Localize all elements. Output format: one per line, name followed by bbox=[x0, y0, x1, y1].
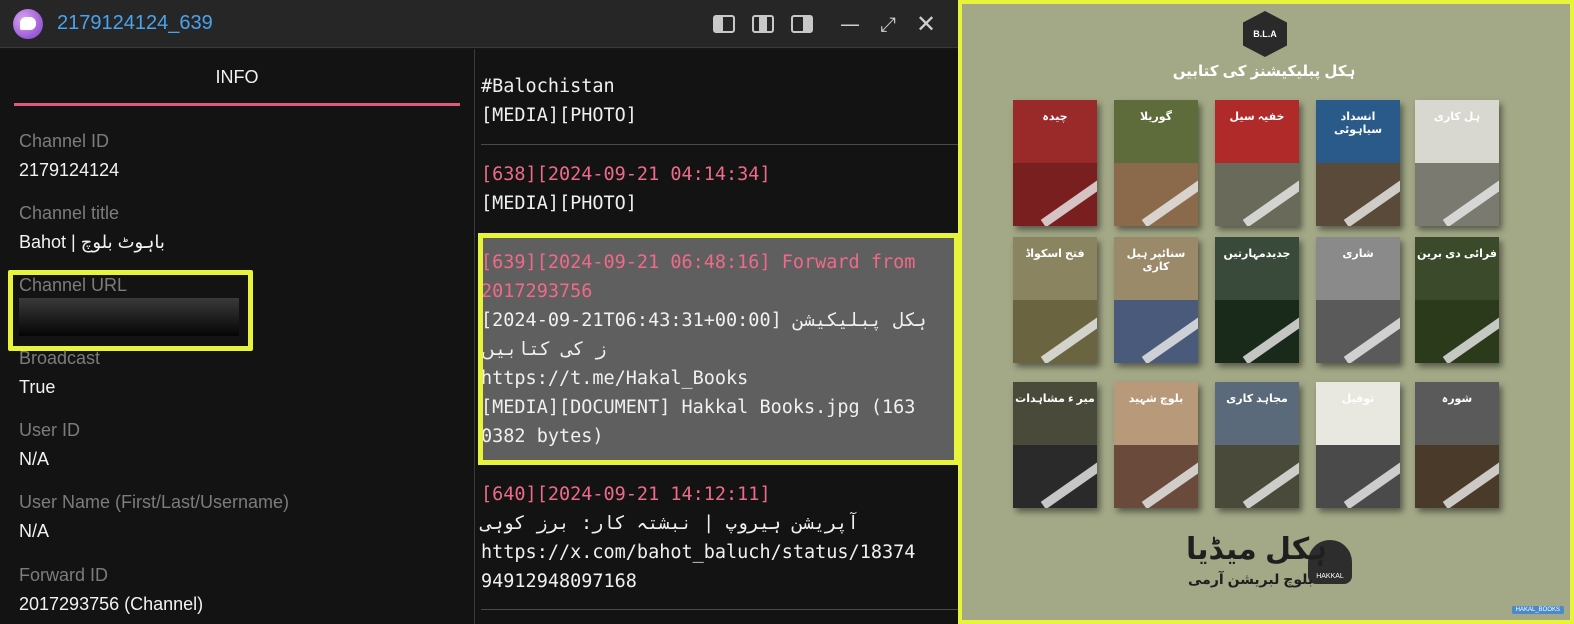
book-cover: ہل کاری bbox=[1415, 100, 1499, 226]
tab-info[interactable]: INFO bbox=[14, 49, 460, 106]
poster-footer-title: ہکل میڈیا bbox=[1186, 533, 1327, 566]
book-cover: شورہ bbox=[1415, 382, 1499, 508]
message-638-media: [MEDIA][PHOTO] bbox=[481, 193, 637, 214]
channel-title-label: Channel title bbox=[19, 203, 120, 223]
book-cover: فتح اسکواڈ bbox=[1013, 237, 1097, 363]
book-cover: انسداد سیاہوئی bbox=[1316, 100, 1400, 226]
book-cover: مجاہد کاری bbox=[1215, 382, 1299, 508]
book-title: فتح اسکواڈ bbox=[1025, 248, 1085, 260]
channel-id-value: 2179124124 bbox=[19, 160, 120, 180]
broadcast-label: Broadcast bbox=[19, 348, 101, 368]
book-title: شورہ bbox=[1441, 393, 1473, 405]
layout-center-icon[interactable] bbox=[752, 15, 774, 33]
book-title: ہل کاری bbox=[1433, 111, 1481, 123]
forward-id-label: Forward ID bbox=[19, 565, 109, 585]
message-640-link-cont[interactable]: 94912948097168 bbox=[481, 567, 637, 596]
book-cover: گوریلا bbox=[1114, 100, 1198, 226]
channel-id-label: Channel ID bbox=[19, 131, 110, 151]
book-title: بلوچ شہید bbox=[1128, 393, 1184, 405]
poster-header: ہکل پبلیکیشنز کی کتابیں bbox=[1172, 63, 1356, 80]
layout-left-icon[interactable] bbox=[713, 15, 735, 33]
app-logo-icon bbox=[13, 9, 43, 39]
title-bar: 2179124124_639 — ⤢ ✕ bbox=[0, 0, 958, 48]
user-id-value: N/A bbox=[19, 449, 50, 469]
highlight-box-channel-url bbox=[8, 270, 253, 351]
message-637-media: [MEDIA][PHOTO] bbox=[481, 105, 637, 126]
book-cover: فرائی دی برین bbox=[1415, 237, 1499, 363]
book-title: خفیہ سیل bbox=[1229, 111, 1285, 123]
message-separator bbox=[481, 144, 958, 145]
info-panel: INFO Channel ID 2179124124 Channel title… bbox=[0, 49, 474, 624]
book-cover: توفیل bbox=[1316, 382, 1400, 508]
book-title: فرائی دی برین bbox=[1417, 248, 1497, 260]
telegram-watermark: HAKAL_BOOKS bbox=[1511, 606, 1564, 614]
forward-id-value: 2017293756 (Channel) bbox=[19, 594, 204, 614]
book-title: سنائپر ہیل کاری bbox=[1126, 248, 1186, 273]
message-637-text: #Balochistan bbox=[481, 76, 615, 97]
book-cover: چیدہ bbox=[1013, 100, 1097, 226]
layout-right-icon[interactable] bbox=[791, 15, 813, 33]
poster-footer-subtitle: بلوچ لبریشن آرمی bbox=[1188, 571, 1314, 587]
book-title: چیدہ bbox=[1042, 111, 1068, 123]
book-cover: سنائپر ہیل کاری bbox=[1114, 237, 1198, 363]
user-name-label: User Name (First/Last/Username) bbox=[19, 492, 290, 512]
broadcast-value: True bbox=[19, 377, 56, 397]
book-title: گوریلا bbox=[1139, 111, 1173, 123]
maximize-icon[interactable]: ⤢ bbox=[876, 12, 900, 36]
book-cover: شاری bbox=[1316, 237, 1400, 363]
message-separator bbox=[481, 609, 958, 610]
message-640-link[interactable]: https://x.com/bahot_baluch/status/18374 bbox=[481, 538, 915, 567]
book-title: جدیدمہارتیں bbox=[1223, 248, 1291, 260]
media-preview-image: B.L.A ہکل پبلیکیشنز کی کتابیں چیدہ گوریلا… bbox=[958, 0, 1574, 624]
book-cover: میر ء مشاہدات bbox=[1013, 382, 1097, 508]
book-cover: جدیدمہارتیں bbox=[1215, 237, 1299, 363]
close-icon[interactable]: ✕ bbox=[914, 12, 938, 36]
book-title: توفیل bbox=[1341, 393, 1375, 405]
message-640-header: [640][2024-09-21 14:12:11] bbox=[481, 484, 771, 505]
message-638-header: [638][2024-09-21 04:14:34] bbox=[481, 164, 771, 185]
emblem-label: B.L.A bbox=[1253, 29, 1277, 39]
user-id-label: User ID bbox=[19, 420, 81, 440]
minimize-icon[interactable]: — bbox=[838, 12, 862, 36]
user-name-value: N/A bbox=[19, 521, 50, 541]
window-title: 2179124124_639 bbox=[57, 12, 213, 34]
book-title: شاری bbox=[1342, 248, 1374, 260]
message-640-text: آپریشن ہیروپ | نبشتہ کار: برز کوہی bbox=[481, 513, 859, 534]
book-cover: بلوچ شہید bbox=[1114, 382, 1198, 508]
book-cover: خفیہ سیل bbox=[1215, 100, 1299, 226]
book-title: میر ء مشاہدات bbox=[1015, 393, 1095, 405]
book-title: انسداد سیاہوئی bbox=[1333, 111, 1383, 136]
highlight-box-message-639 bbox=[478, 233, 959, 465]
book-title: مجاہد کاری bbox=[1226, 393, 1288, 405]
channel-title-value: Bahot | باہوٹ بلوچ bbox=[19, 232, 165, 252]
